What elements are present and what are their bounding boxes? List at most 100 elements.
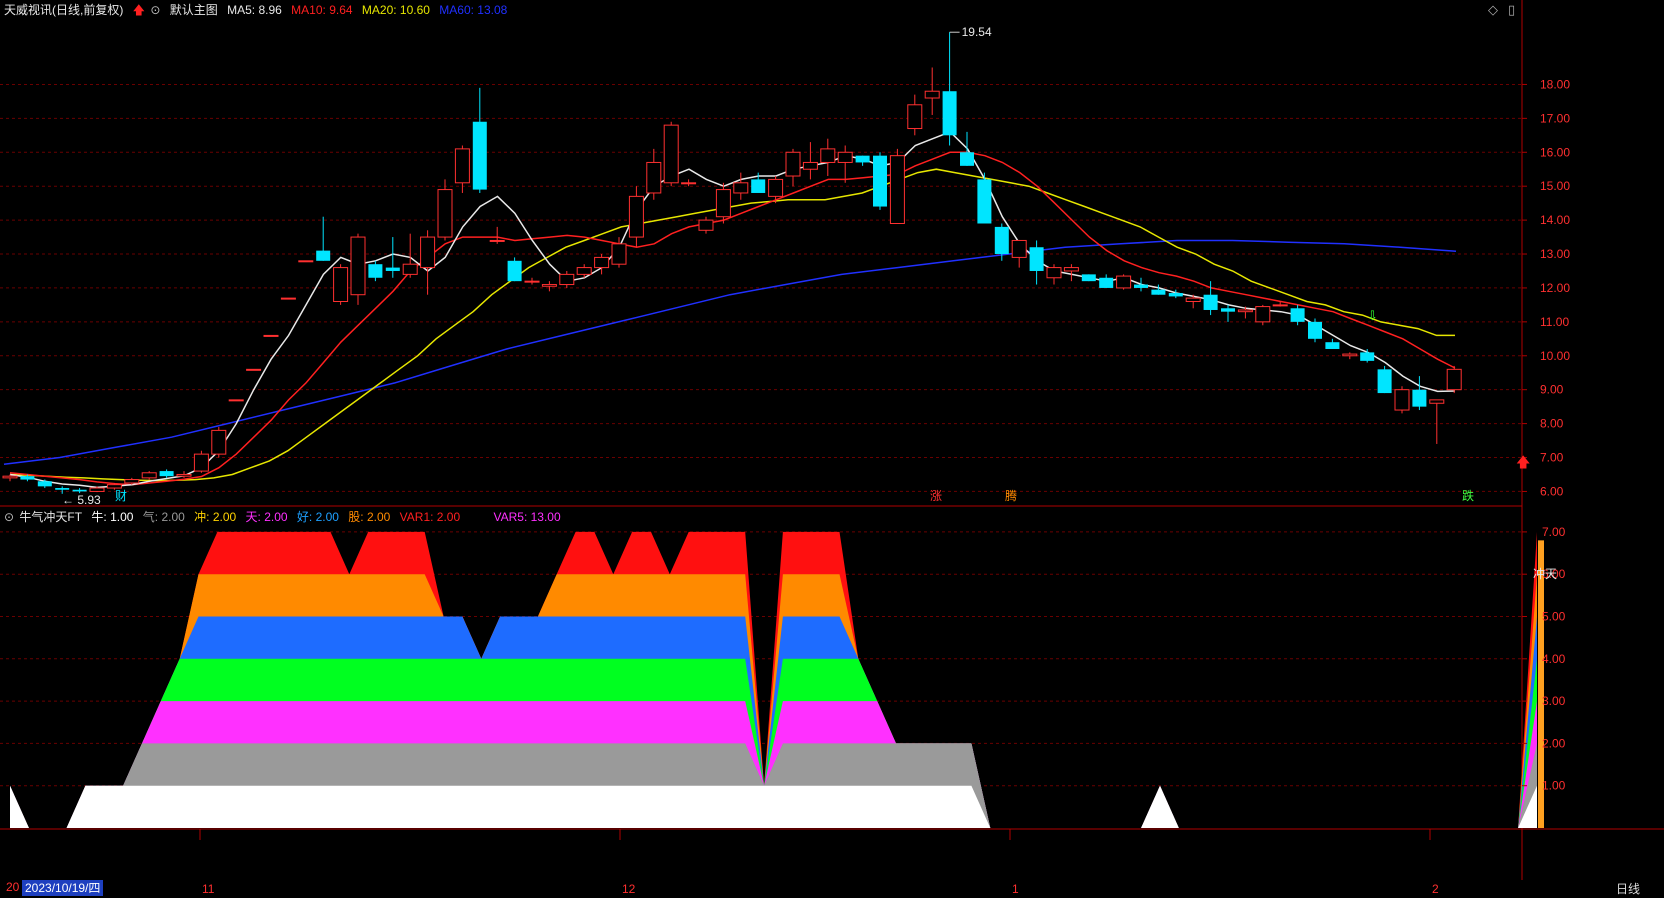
candle-body-down: [873, 155, 887, 207]
candle-body-up: [228, 399, 244, 402]
candle-body-down: [37, 481, 52, 487]
price-tick-label: 13.00: [1540, 247, 1570, 261]
indicator-tick-label: 7.00: [1542, 525, 1566, 539]
candle-body-up: [715, 189, 731, 218]
candle-body-down: [1308, 321, 1322, 339]
candle-body-up: [437, 189, 453, 238]
indicator-title[interactable]: 牛气冲天FT: [19, 510, 82, 524]
indicator-tick-label: 3.00: [1542, 694, 1566, 708]
candle-body-down: [385, 267, 400, 271]
candle-body-down: [472, 121, 487, 190]
price-tick-label: 17.00: [1540, 111, 1570, 125]
indicator-var5: VAR5: 13.00: [493, 510, 561, 524]
main-indicator-label[interactable]: 默认主图: [170, 3, 218, 17]
candle-body-down: [994, 226, 1009, 255]
candle-body-up: [333, 267, 349, 303]
candle-body-up: [628, 195, 644, 238]
candle-body-up: [1272, 304, 1288, 307]
stock-chart-canvas[interactable]: 18.0017.0016.0015.0014.0013.0012.0011.00…: [0, 0, 1664, 898]
candle-body-up: [820, 148, 836, 163]
diamond-icon[interactable]: ◇: [1488, 2, 1498, 18]
candle-body-down: [1412, 389, 1427, 407]
candle-body-up: [489, 239, 505, 242]
price-tick-label: 15.00: [1540, 179, 1570, 193]
candle-body-up: [907, 104, 923, 130]
candle-body-up: [1446, 368, 1462, 391]
period-label[interactable]: 日线: [1616, 880, 1640, 897]
candle-body-up: [1046, 267, 1062, 279]
indicator-chong: 冲: 2.00: [194, 510, 237, 524]
candle-body-up: [611, 243, 627, 265]
candle-body-up: [698, 219, 714, 231]
candle-body-up: [889, 155, 905, 224]
chongtian-label: 冲天: [1533, 566, 1557, 581]
candle-body-up: [176, 473, 192, 477]
candle-body-up: [576, 267, 592, 275]
candle-body-up: [594, 256, 610, 269]
candle-body-up: [559, 273, 575, 286]
up-arrow-icon[interactable]: 🡅: [133, 3, 145, 17]
candle-body-up: [1063, 267, 1079, 272]
current-date-label[interactable]: 2023/10/19/四: [22, 880, 104, 896]
candle-body-down: [855, 155, 870, 163]
candle-body-up: [124, 479, 140, 484]
candle-body-up: [280, 297, 296, 300]
candle-body-up: [106, 484, 122, 489]
candle-body-down: [1099, 277, 1114, 288]
indicator-hao: 好: 2.00: [296, 510, 339, 524]
candle-body-up: [193, 453, 209, 472]
candle-body-down: [159, 471, 174, 477]
month-tick-label: 12: [622, 882, 636, 896]
stock-title[interactable]: 天威视讯(日线,前复权): [4, 3, 123, 17]
indicator-tick-label: 4.00: [1542, 652, 1566, 666]
candle-body-up: [1255, 306, 1271, 323]
indicator-header: ⊙ 牛气冲天FT 牛: 1.00 气: 2.00 冲: 2.00 天: 2.00…: [4, 507, 567, 527]
candle-body-up: [1429, 399, 1445, 404]
candle-body-down: [20, 476, 35, 480]
candle-body-down: [1221, 308, 1235, 312]
candle-body-up: [454, 148, 470, 184]
candle-body-up: [541, 284, 557, 287]
candle-body-up: [402, 263, 418, 275]
month-tick-label: 11: [202, 882, 215, 896]
price-tick-label: 7.00: [1540, 451, 1564, 465]
candle-body-up: [524, 280, 540, 283]
candle-body-up: [298, 260, 314, 263]
candle-body-up: [768, 178, 784, 197]
settings-circle-icon[interactable]: ⊙: [150, 3, 160, 17]
candle-body-down: [751, 179, 766, 193]
indicator-tick-label: 1.00: [1542, 779, 1566, 793]
candle-body-down: [507, 260, 522, 282]
price-tick-label: 8.00: [1540, 417, 1564, 431]
indicator-var1: VAR1: 2.00: [399, 510, 461, 524]
marker-cai: 财: [115, 489, 127, 503]
candle-body-up: [663, 124, 679, 184]
candle-body-up: [1394, 389, 1410, 411]
candle-body-up: [1342, 353, 1358, 357]
marker-die: 跌: [1462, 488, 1474, 503]
candle-body-down: [316, 250, 331, 261]
candle-body-down: [1081, 274, 1096, 282]
high-price-label: 19.54: [962, 25, 992, 39]
price-tick-label: 16.00: [1540, 145, 1570, 159]
price-tick-label: 18.00: [1540, 77, 1570, 91]
marker-teng: 腾: [1005, 488, 1017, 503]
settings-circle-icon[interactable]: ⊙: [4, 510, 14, 524]
indicator-tian: 天: 2.00: [245, 510, 288, 524]
down-arrow-icon: ⇩: [1367, 309, 1378, 324]
candle-body-up: [837, 151, 853, 163]
candle-body-down: [960, 152, 974, 166]
price-tick-label: 10.00: [1540, 349, 1570, 363]
candle-body-up: [211, 429, 227, 455]
candle-body-up: [141, 472, 157, 479]
candle-body-up: [924, 90, 940, 99]
candle-body-up: [802, 161, 818, 170]
candle-body-down: [1377, 369, 1392, 394]
candle-body-down: [368, 264, 383, 278]
candle-body-up: [89, 487, 105, 492]
candle-body-down: [1360, 352, 1375, 361]
maximize-icon[interactable]: ▯: [1508, 2, 1515, 18]
ma20-value: MA20: 10.60: [361, 3, 430, 17]
candle-body-down: [1168, 293, 1183, 297]
ma10-value: MA10: 9.64: [291, 3, 353, 17]
